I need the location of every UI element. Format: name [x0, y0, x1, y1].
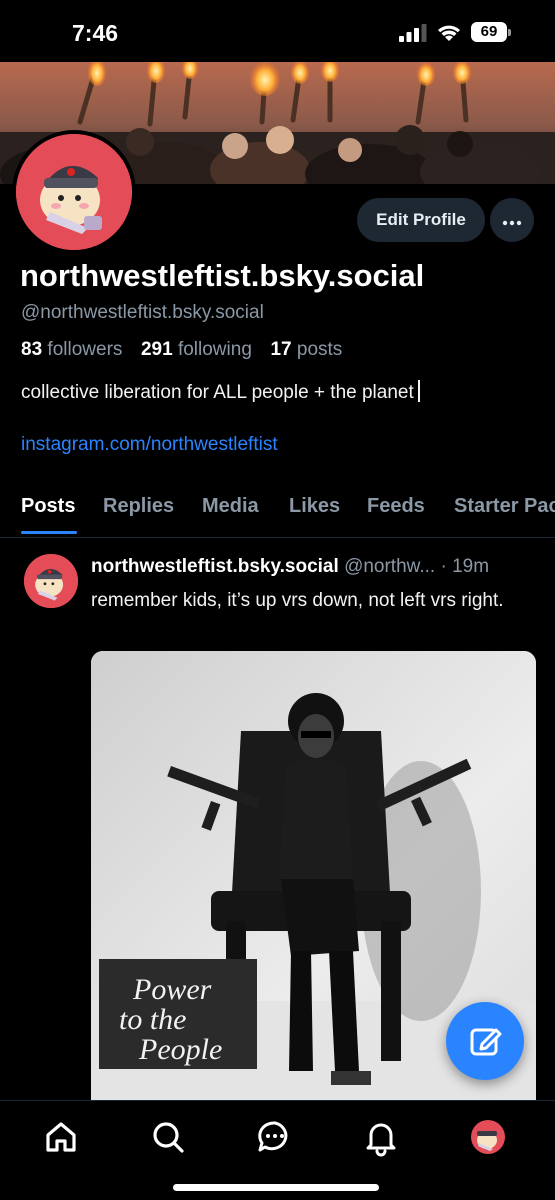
profile-bio: collective liberation for ALL people + t… [21, 380, 420, 404]
compose-post-button[interactable] [446, 1002, 524, 1080]
tab-likes[interactable]: Likes [289, 495, 340, 518]
chat-icon [258, 1121, 288, 1152]
post-author-handle[interactable]: @northw... [344, 556, 435, 577]
wifi-icon [438, 25, 460, 41]
sign-line-3: People [138, 1033, 222, 1066]
profile-avatar-large[interactable] [12, 130, 136, 254]
edit-profile-button[interactable]: Edit Profile [357, 198, 485, 242]
profile-tabs: Posts Replies Media Likes Feeds Starter … [0, 484, 555, 538]
tab-feeds[interactable]: Feeds [367, 495, 425, 518]
posts-label: posts [296, 339, 343, 360]
nav-home-button[interactable] [41, 1117, 81, 1157]
following-stat[interactable]: 291 following [141, 339, 252, 360]
posts-count: 17 [270, 339, 292, 360]
home-icon [46, 1122, 76, 1152]
followers-stat[interactable]: 83 followers [21, 339, 122, 360]
followers-label: followers [47, 339, 123, 360]
search-icon [153, 1122, 184, 1153]
tab-posts[interactable]: Posts [21, 495, 75, 518]
status-bar: 7:46 69 [0, 0, 555, 62]
post-timestamp: 19m [452, 556, 490, 577]
bottom-navigation [0, 1100, 555, 1200]
tab-media[interactable]: Media [202, 495, 259, 518]
home-indicator [173, 1184, 379, 1191]
profile-display-name: northwestleftist.bsky.social [20, 258, 425, 293]
post-separator: · [435, 556, 453, 577]
sign-line-1: Power [132, 973, 212, 1006]
profile-avatar-small [471, 1120, 505, 1154]
compose-icon [470, 1028, 502, 1056]
post-author-avatar[interactable] [24, 554, 78, 608]
post-text: remember kids, it’s up vrs down, not lef… [91, 590, 504, 611]
following-count: 291 [140, 339, 173, 360]
profile-stats: 83 followers 291 following 17 posts [21, 339, 342, 361]
posts-stat: 17 posts [270, 339, 342, 360]
nav-notifications-button[interactable] [361, 1117, 401, 1157]
profile-handle: @northwestleftist.bsky.social [21, 302, 264, 323]
post-author-name[interactable]: northwestleftist.bsky.social [91, 556, 339, 577]
bio-text: collective liberation for ALL people + t… [21, 382, 414, 403]
tab-replies[interactable]: Replies [103, 495, 174, 518]
battery-icon: 69 [471, 22, 511, 42]
status-time: 7:46 [72, 20, 119, 46]
ellipsis-icon [502, 220, 522, 225]
battery-level: 69 [471, 22, 507, 42]
nav-chat-button[interactable] [255, 1117, 295, 1157]
avatar-illustration [16, 134, 132, 250]
tab-starter-packs[interactable]: Starter Packs [454, 495, 555, 518]
cellular-signal-icon [399, 24, 427, 42]
more-options-button[interactable] [490, 198, 534, 242]
profile-link[interactable]: instagram.com/northwestleftist [21, 434, 278, 456]
bell-icon [366, 1123, 396, 1157]
post-avatar-illustration [24, 554, 78, 608]
nav-profile-button[interactable] [468, 1117, 508, 1157]
active-tab-indicator [21, 531, 77, 534]
post-header: northwestleftist.bsky.social @northw... … [91, 556, 541, 578]
nav-search-button[interactable] [148, 1117, 188, 1157]
sign-line-2: to the [119, 1003, 187, 1036]
following-label: following [177, 339, 252, 360]
followers-count: 83 [21, 339, 43, 360]
